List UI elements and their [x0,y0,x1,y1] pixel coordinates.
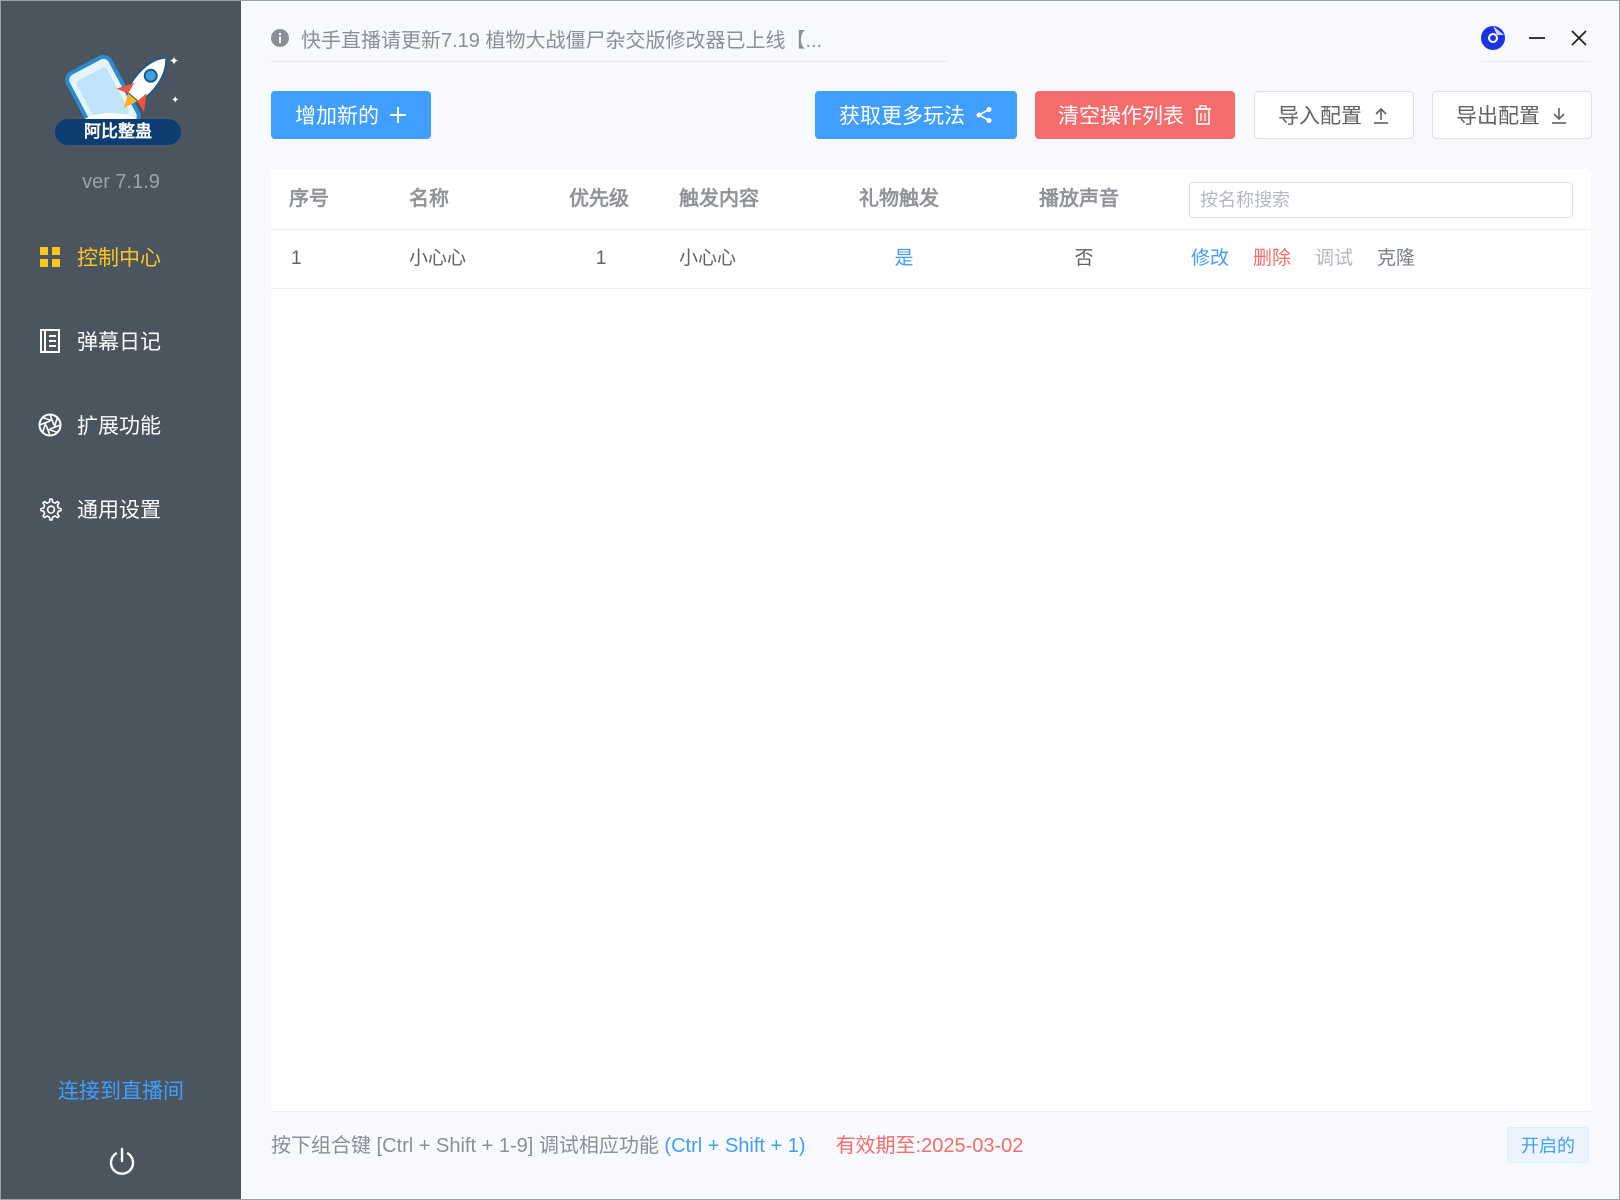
minimize-icon[interactable] [1519,15,1555,61]
action-table: 序号 名称 优先级 触发内容 礼物触发 播放声音 1 小心心 1 小心心 是 否… [271,169,1591,1111]
edit-button[interactable]: 修改 [1191,230,1229,288]
upload-icon [1372,106,1390,124]
shortcut-hint-text: 按下组合键 [Ctrl + Shift + 1-9] 调试相应功能 [271,1135,665,1157]
sidebar-item-general-settings[interactable]: 通用设置 [37,489,161,529]
clear-list-label: 清空操作列表 [1058,105,1184,128]
footer-divider [271,1111,1591,1112]
table-row: 1 小心心 1 小心心 是 否 修改 删除 调试 克隆 [271,230,1591,289]
app-window: ✦ ✦ 阿比整蛊 ver 7.1.9 控制中心 弹幕日记 扩展功能 通用设置 连… [0,0,1620,1200]
search-input[interactable] [1189,182,1573,218]
import-config-button[interactable]: 导入配置 [1254,91,1414,139]
cell-gift-trigger: 是 [894,248,914,269]
get-more-label: 获取更多玩法 [839,105,965,128]
cell-index: 1 [291,248,302,269]
sidebar-item-label: 通用设置 [77,499,161,522]
grid-icon [37,244,63,270]
gear-icon [37,496,63,522]
expiry-date: 有效期至:2025-03-02 [835,1135,1024,1157]
browser-icon[interactable] [1475,15,1511,61]
close-icon[interactable] [1561,15,1597,61]
debug-button[interactable]: 调试 [1315,230,1353,288]
info-icon [271,29,289,47]
sidebar-item-label: 扩展功能 [77,415,161,438]
table-header: 序号 名称 优先级 触发内容 礼物触发 播放声音 [271,169,1591,230]
sidebar-item-label: 控制中心 [77,247,161,270]
cell-name: 小心心 [409,248,467,269]
version-label: ver 7.1.9 [82,171,160,193]
sidebar-item-control-center[interactable]: 控制中心 [37,237,161,277]
sidebar-item-danmaku-log[interactable]: 弹幕日记 [37,321,161,361]
add-new-label: 增加新的 [295,105,379,128]
sidebar-item-extensions[interactable]: 扩展功能 [37,405,161,445]
download-icon [1550,106,1568,124]
cell-trigger: 小心心 [679,248,737,269]
column-header-priority: 优先级 [569,188,629,210]
sidebar: ✦ ✦ 阿比整蛊 ver 7.1.9 控制中心 弹幕日记 扩展功能 通用设置 连… [1,1,241,1199]
footer-hint: 按下组合键 [Ctrl + Shift + 1-9] 调试相应功能 (Ctrl … [271,1129,1023,1158]
sidebar-item-label: 弹幕日记 [77,331,161,354]
svg-text:✦: ✦ [169,54,179,68]
titlebar-divider [1481,61,1591,62]
cell-priority: 1 [595,248,607,269]
clear-list-button[interactable]: 清空操作列表 [1035,91,1235,139]
export-config-button[interactable]: 导出配置 [1432,91,1592,139]
power-icon[interactable] [106,1146,138,1178]
notebook-icon [37,328,63,354]
get-more-button[interactable]: 获取更多玩法 [815,91,1017,139]
notice-bar: 快手直播请更新7.19 植物大战僵尸杂交版修改器已上线【... [271,15,947,62]
shortcut-example: (Ctrl + Shift + 1) [664,1135,806,1157]
delete-button[interactable]: 删除 [1253,230,1291,288]
logo-text: 阿比整蛊 [84,122,152,142]
trash-icon [1194,105,1212,125]
cell-play-sound: 否 [1074,248,1094,269]
import-config-label: 导入配置 [1278,105,1362,128]
share-icon [975,106,993,124]
column-header-index: 序号 [289,188,329,210]
plus-icon [389,106,407,124]
status-badge[interactable]: 开启的 [1507,1127,1589,1163]
svg-text:✦: ✦ [171,95,179,106]
export-config-label: 导出配置 [1456,105,1540,128]
column-header-gift-trigger: 礼物触发 [859,188,939,210]
notice-text: 快手直播请更新7.19 植物大战僵尸杂交版修改器已上线【... [301,29,823,52]
column-header-trigger: 触发内容 [679,188,759,210]
connect-live-room-link[interactable]: 连接到直播间 [1,1075,241,1105]
column-header-name: 名称 [409,188,449,210]
add-new-button[interactable]: 增加新的 [271,91,431,139]
app-logo: ✦ ✦ 阿比整蛊 [51,43,191,153]
aperture-icon [37,412,63,438]
clone-button[interactable]: 克隆 [1377,230,1415,288]
column-header-play-sound: 播放声音 [1039,188,1119,210]
